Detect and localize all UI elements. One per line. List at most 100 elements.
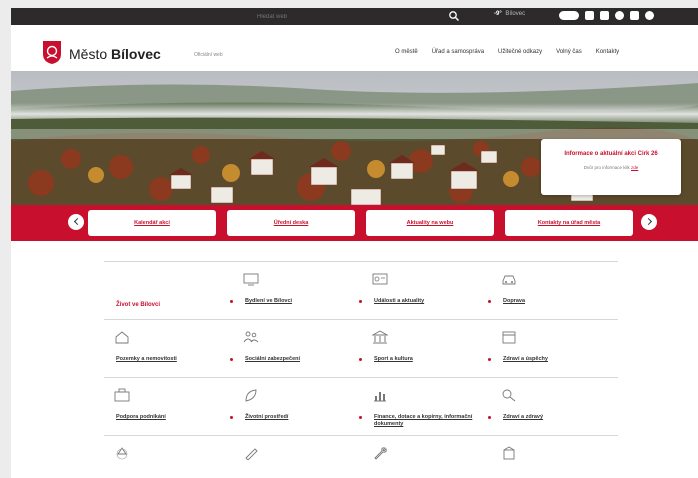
weather-location: Bílovec: [505, 11, 526, 17]
grid-row: [104, 435, 618, 475]
briefcase-icon: [114, 388, 130, 402]
people-icon: [243, 331, 259, 343]
grid-row: Život ve Bílovci Bydlení ve Bílovci Udál…: [104, 261, 618, 319]
grid-item-label: Zdraví a úspěchy: [503, 356, 548, 362]
grid-item[interactable]: Sociální zabezpečení: [230, 320, 361, 377]
quick-link-label: Aktuality na webu: [406, 220, 454, 226]
main-nav: O městě Úřad a samospráva Užitečné odkaz…: [395, 49, 619, 55]
grid-item[interactable]: Pozemky a nemovitosti: [104, 320, 232, 377]
id-card-icon: [372, 273, 388, 285]
bar-chart-icon: [374, 392, 386, 402]
leaf-icon: [245, 389, 257, 402]
grid-item-label: Sociální zabezpečení: [245, 356, 301, 362]
calendar-icon: [502, 331, 516, 344]
grid-item[interactable]: Doprava: [488, 262, 619, 319]
recycle-icon: [116, 447, 128, 460]
grid-item[interactable]: [491, 436, 619, 475]
toggle-icon[interactable]: [559, 11, 579, 20]
grid-row: Pozemky a nemovitosti Sociální zabezpeče…: [104, 319, 618, 377]
grid-item[interactable]: [362, 436, 490, 475]
grid-row: Podpora podnikání Životní prostředí Fina…: [104, 377, 618, 435]
grid-item-label: Sport a kultura: [374, 356, 413, 362]
top-utility-bar: -9° Bílovec: [11, 8, 698, 25]
bullet: [488, 416, 491, 419]
quick-link-label: Kontakty na úřad města: [537, 220, 601, 226]
site-header: Město Bílovec Oficiální web O městě Úřad…: [11, 25, 698, 71]
grid-item[interactable]: Události a aktuality: [359, 262, 490, 319]
instagram-icon[interactable]: [630, 11, 639, 20]
info-card[interactable]: Informace o aktuální akci Cirk 26 Dvůr p…: [541, 139, 681, 195]
bullet: [230, 416, 233, 419]
grid-item[interactable]: Životní prostředí: [230, 378, 361, 435]
bullet: [359, 358, 362, 361]
quick-link-1[interactable]: Kalendář akcí: [88, 210, 216, 236]
grid-item-label: Finance, dotace a kopírny, informační do…: [374, 414, 473, 427]
monitor-icon: [243, 273, 259, 286]
quick-links-bar: Kalendář akcí Úřední deska Aktuality na …: [11, 205, 698, 241]
nav-kontakty[interactable]: Kontakty: [596, 49, 619, 55]
grid-item[interactable]: Bydlení ve Bílovci: [230, 262, 361, 319]
grid-item-label: Podpora podnikání: [116, 414, 166, 420]
city-crest-icon[interactable]: [42, 40, 62, 65]
bullet: [359, 416, 362, 419]
grid-item-label: Doprava: [503, 298, 526, 304]
grid-item[interactable]: Finance, dotace a kopírny, informační do…: [359, 378, 490, 435]
weather-value: -9°: [494, 11, 502, 17]
quick-link-label: Úřední deska: [273, 220, 309, 226]
weather-widget[interactable]: -9° Bílovec: [494, 11, 525, 17]
nav-o-meste[interactable]: O městě: [395, 49, 418, 55]
grid-item[interactable]: Zdraví a zdravý: [488, 378, 619, 435]
car-icon: [502, 275, 516, 285]
quick-link-2[interactable]: Úřední deska: [227, 210, 355, 236]
info-card-title: Informace o aktuální akci Cirk 26: [564, 151, 658, 157]
grid-item[interactable]: [104, 436, 232, 475]
logo-prefix: Město: [69, 46, 108, 62]
grid-item[interactable]: Sport a kultura: [359, 320, 490, 377]
wrench-icon: [374, 447, 387, 460]
logo-name: Bílovec: [111, 46, 161, 62]
grid-item-label: Události a aktuality: [374, 298, 425, 304]
bullet: [488, 358, 491, 361]
bullet: [230, 358, 233, 361]
quick-link-3[interactable]: Aktuality na webu: [366, 210, 494, 236]
bullet: [488, 300, 491, 303]
bullet: [359, 300, 362, 303]
building-icon: [503, 446, 515, 460]
social-icons: [559, 11, 654, 20]
facebook-icon[interactable]: [615, 11, 624, 20]
grid-item[interactable]: Podpora podnikání: [104, 378, 232, 435]
page: -9° Bílovec: [11, 8, 698, 478]
life-situations-grid: Život ve Bílovci Bydlení ve Bílovci Udál…: [104, 261, 618, 475]
grid-item-label: Pozemky a nemovitosti: [116, 356, 177, 362]
nav-volny-cas[interactable]: Volný čas: [556, 49, 582, 55]
search-icon[interactable]: [448, 10, 460, 22]
museum-icon: [372, 330, 388, 344]
grid-item-label: Zdraví a zdravý: [503, 414, 544, 420]
house-icon: [115, 331, 129, 344]
info-card-link[interactable]: zde: [631, 165, 638, 170]
bullet: [230, 300, 233, 303]
search-input[interactable]: [257, 10, 437, 23]
nav-urad[interactable]: Úřad a samospráva: [432, 49, 484, 55]
chevron-left-icon[interactable]: [68, 214, 84, 230]
grid-item[interactable]: [233, 436, 361, 475]
grid-heading-cell: Život ve Bílovci: [104, 262, 232, 319]
accessibility-icon[interactable]: [645, 11, 654, 20]
pen-icon: [245, 448, 258, 460]
info-card-body: Dvůr pro informace klik: [583, 165, 630, 170]
nav-odkazy[interactable]: Užitečné odkazy: [498, 49, 542, 55]
quick-link-4[interactable]: Kontakty na úřad města: [505, 210, 633, 236]
grid-heading: Život ve Bílovci: [116, 302, 161, 308]
grid-item-label: Bydlení ve Bílovci: [245, 298, 293, 304]
magnifier-icon: [502, 389, 516, 402]
info-card-text: Dvůr pro informace klik zde: [541, 165, 681, 170]
chevron-right-icon[interactable]: [641, 214, 657, 230]
site-logo[interactable]: Město Bílovec: [69, 46, 161, 62]
grid-item-label: Životní prostředí: [245, 414, 289, 420]
hero-image: Informace o aktuální akci Cirk 26 Dvůr p…: [11, 71, 698, 205]
mail-icon[interactable]: [585, 11, 594, 20]
grid-item[interactable]: Zdraví a úspěchy: [488, 320, 619, 377]
youtube-icon[interactable]: [600, 11, 609, 20]
logo-subtitle: Oficiální web: [194, 52, 223, 58]
quick-link-label: Kalendář akcí: [134, 220, 170, 226]
